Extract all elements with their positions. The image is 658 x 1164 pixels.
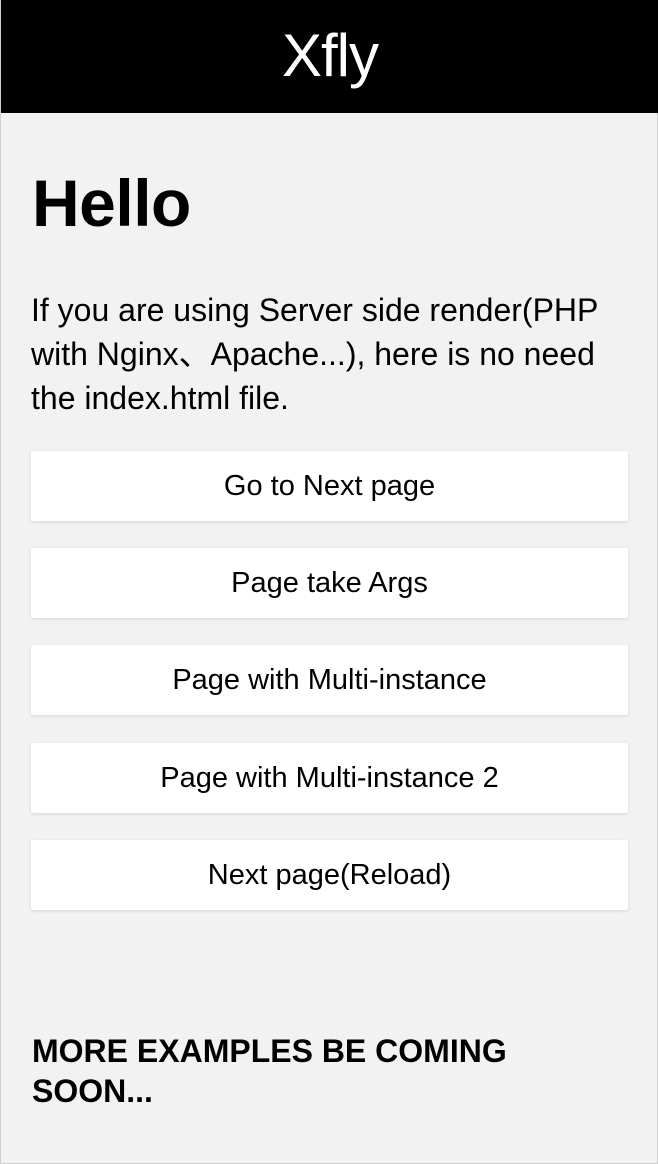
- more-examples-note: MORE EXAMPLES BE COMING SOON...: [32, 1033, 507, 1109]
- app-frame: Xfly Hello If you are using Server side …: [0, 0, 658, 1164]
- page-take-args-button[interactable]: Page take Args: [31, 548, 628, 618]
- page-heading: Hello: [32, 166, 191, 240]
- intro-text: If you are using Server side render(PHP …: [31, 292, 598, 416]
- go-to-next-page-button[interactable]: Go to Next page: [31, 451, 628, 521]
- app-title: Xfly: [281, 21, 379, 89]
- next-page-reload-button[interactable]: Next page(Reload): [31, 840, 628, 910]
- page-multi-instance-button[interactable]: Page with Multi-instance: [31, 645, 628, 715]
- page-multi-instance-2-button[interactable]: Page with Multi-instance 2: [31, 743, 628, 813]
- app-header: Xfly: [1, 0, 658, 113]
